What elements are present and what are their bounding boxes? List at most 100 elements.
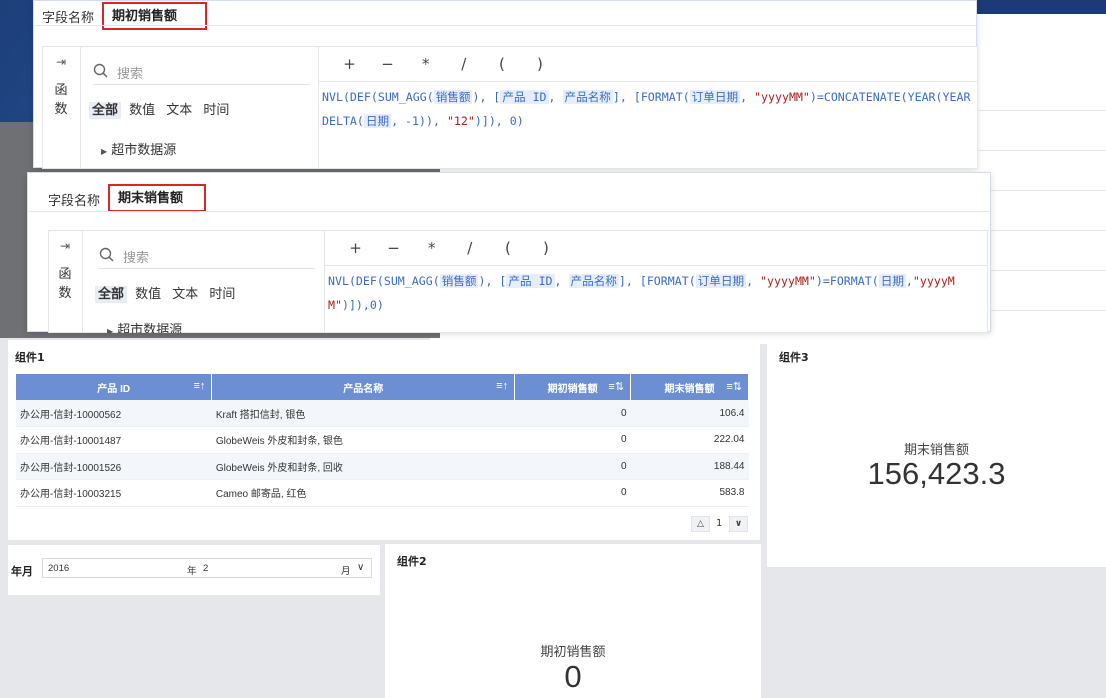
operator-divider bbox=[319, 81, 977, 82]
background-corner bbox=[976, 0, 1106, 14]
category-all[interactable]: 全部 bbox=[89, 102, 122, 119]
kpi-value-opening-sales: 0 bbox=[564, 659, 582, 694]
right-paren-button[interactable]: ) bbox=[529, 239, 562, 257]
year-month-select[interactable]: 2016 年 2 月 ∨ bbox=[42, 558, 372, 578]
category-all[interactable]: 全部 bbox=[95, 286, 128, 303]
category-tabs: 全部 数值 文本 时间 bbox=[89, 99, 289, 121]
formula-dialog-opening: 字段名称 期初销售额 ⇥ 函数 搜索 全部 数值 文本 时间 ▶ 超市数据源 +… bbox=[33, 0, 978, 169]
multiply-button[interactable]: * bbox=[409, 55, 442, 73]
month-unit: 月 bbox=[341, 566, 351, 577]
cell-product-id: 办公用-信封-10001526 bbox=[16, 453, 212, 480]
cell-closing-sales: 106.4 bbox=[630, 400, 749, 427]
category-tabs: 全部 数值 文本 时间 bbox=[95, 283, 295, 305]
sort-icon[interactable]: ≡↑ bbox=[496, 380, 508, 392]
table-row[interactable]: 办公用-信封-10000562 Kraft 搭扣信封, 银色 0 106.4 bbox=[16, 400, 749, 427]
kpi-label-opening-sales: 期初销售额 bbox=[540, 645, 606, 660]
field-name-input[interactable]: 期末销售额 bbox=[108, 184, 206, 212]
cell-product-id: 办公用-信封-10003215 bbox=[16, 479, 212, 507]
page-number: 1 bbox=[716, 518, 723, 529]
function-search[interactable]: 搜索 bbox=[93, 61, 309, 85]
search-input[interactable]: 搜索 bbox=[123, 247, 149, 266]
divider bbox=[28, 211, 990, 212]
left-paren-button[interactable]: ( bbox=[485, 55, 518, 73]
operator-bar: + − * / ( ) bbox=[333, 54, 556, 73]
table-header-row: 产品 ID ≡↑ 产品名称 ≡↑ 期初销售额 ≡⇅ 期末销售额 ≡⇅ bbox=[16, 374, 749, 400]
field-name-label: 字段名称 bbox=[48, 194, 101, 209]
component3-card: 组件3 期末销售额 156,423.3 bbox=[767, 340, 1106, 567]
plus-button[interactable]: + bbox=[333, 55, 366, 73]
chevron-down-icon[interactable]: ∨ bbox=[357, 562, 364, 573]
panel-divider bbox=[324, 231, 325, 332]
left-paren-button[interactable]: ( bbox=[491, 239, 524, 257]
sort-icon[interactable]: ≡⇅ bbox=[726, 380, 742, 393]
kpi-value-closing-sales: 156,423.3 bbox=[867, 456, 1006, 491]
sort-icon[interactable]: ≡↑ bbox=[193, 380, 205, 392]
operator-divider bbox=[325, 265, 987, 266]
function-label: 函数 bbox=[54, 83, 68, 117]
search-input[interactable]: 搜索 bbox=[117, 63, 143, 82]
function-side-strip[interactable]: ⇥ 函数 bbox=[49, 231, 83, 332]
function-side-strip[interactable]: ⇥ 函数 bbox=[43, 47, 81, 168]
editor-panel: ⇥ 函数 搜索 全部 数值 文本 时间 ▶ 超市数据源 + − * / ( ) bbox=[48, 230, 988, 333]
component2-card: 组件2 期初销售额 0 bbox=[385, 544, 761, 698]
collapse-arrow-icon[interactable]: ⇥ bbox=[43, 55, 79, 69]
field-name-label: 字段名称 bbox=[42, 11, 95, 26]
page-up-button[interactable]: △ bbox=[691, 516, 710, 532]
column-header-product-id[interactable]: 产品 ID ≡↑ bbox=[16, 374, 213, 400]
search-underline bbox=[99, 268, 315, 269]
formula-editor[interactable]: NVL(DEF(SUM_AGG(销售额), [产品 ID, 产品名称], [FO… bbox=[322, 85, 974, 133]
category-number[interactable]: 数值 bbox=[126, 102, 158, 119]
cell-product-name: Kraft 搭扣信封, 银色 bbox=[211, 400, 515, 427]
column-header-opening-sales[interactable]: 期初销售额 ≡⇅ bbox=[514, 374, 632, 400]
year-value: 2016 bbox=[48, 563, 70, 574]
category-text[interactable]: 文本 bbox=[169, 286, 201, 303]
category-time[interactable]: 时间 bbox=[200, 102, 232, 119]
minus-button[interactable]: − bbox=[371, 55, 404, 73]
function-search[interactable]: 搜索 bbox=[99, 245, 315, 269]
column-header-closing-sales[interactable]: 期末销售额 ≡⇅ bbox=[630, 374, 749, 400]
table-row[interactable]: 办公用-信封-10001526 GlobeWeis 外皮和封条, 回收 0 18… bbox=[16, 453, 749, 480]
formula-editor[interactable]: NVL(DEF(SUM_AGG(销售额), [产品 ID, 产品名称], [FO… bbox=[328, 269, 984, 317]
divide-button[interactable]: / bbox=[453, 239, 486, 257]
table-row[interactable]: 办公用-信封-10001487 GlobeWeis 外皮和封条, 银色 0 22… bbox=[16, 426, 749, 454]
search-underline bbox=[93, 84, 309, 85]
multiply-button[interactable]: * bbox=[415, 239, 448, 257]
divide-button[interactable]: / bbox=[447, 55, 480, 73]
tree-item-datasource[interactable]: ▶ 超市数据源 bbox=[101, 139, 176, 158]
function-label: 函数 bbox=[58, 267, 72, 301]
category-time[interactable]: 时间 bbox=[206, 286, 238, 303]
search-icon bbox=[93, 63, 108, 78]
column-header-product-name[interactable]: 产品名称 ≡↑ bbox=[211, 374, 516, 400]
year-month-filter-card: 年月 2016 年 2 月 ∨ bbox=[8, 545, 380, 595]
collapse-arrow-icon[interactable]: ⇥ bbox=[49, 239, 81, 253]
caret-right-icon: ▶ bbox=[107, 327, 114, 333]
sort-icon[interactable]: ≡⇅ bbox=[608, 380, 624, 393]
formula-dialog-closing: 字段名称 期末销售额 ⇥ 函数 搜索 全部 数值 文本 时间 ▶ 超市数据源 +… bbox=[27, 172, 991, 333]
operator-bar: + − * / ( ) bbox=[339, 238, 562, 257]
editor-panel: ⇥ 函数 搜索 全部 数值 文本 时间 ▶ 超市数据源 + − * / ( ) bbox=[42, 46, 978, 169]
caret-right-icon: ▶ bbox=[101, 147, 108, 156]
cell-product-id: 办公用-信封-10000562 bbox=[16, 400, 212, 427]
table-row[interactable]: 办公用-信封-10003215 Cameo 邮寄品, 红色 0 583.8 bbox=[16, 479, 749, 507]
cell-opening-sales: 0 bbox=[514, 479, 631, 507]
divider bbox=[34, 25, 976, 26]
cell-opening-sales: 0 bbox=[514, 400, 631, 427]
right-paren-button[interactable]: ) bbox=[523, 55, 556, 73]
page-down-button[interactable]: ∨ bbox=[729, 516, 748, 532]
search-icon bbox=[99, 247, 114, 262]
cell-opening-sales: 0 bbox=[514, 453, 631, 480]
data-table: 产品 ID ≡↑ 产品名称 ≡↑ 期初销售额 ≡⇅ 期末销售额 ≡⇅ 办公用-信封-10… bbox=[16, 374, 749, 507]
cell-opening-sales: 0 bbox=[514, 426, 631, 454]
category-number[interactable]: 数值 bbox=[132, 286, 164, 303]
component3-title: 组件3 bbox=[779, 351, 809, 364]
cell-closing-sales: 222.04 bbox=[630, 426, 749, 454]
cell-product-name: GlobeWeis 外皮和封条, 银色 bbox=[211, 426, 515, 454]
category-text[interactable]: 文本 bbox=[163, 102, 195, 119]
tree-item-datasource[interactable]: ▶ 超市数据源 bbox=[107, 319, 182, 333]
plus-button[interactable]: + bbox=[339, 239, 372, 257]
component1-card: 组件1 产品 ID ≡↑ 产品名称 ≡↑ 期初销售额 ≡⇅ 期末销售额 ≡⇅ 办公用-信… bbox=[8, 340, 760, 540]
minus-button[interactable]: − bbox=[377, 239, 410, 257]
cell-closing-sales: 188.44 bbox=[630, 453, 749, 480]
year-month-label: 年月 bbox=[11, 565, 33, 578]
cell-product-id: 办公用-信封-10001487 bbox=[16, 426, 212, 454]
